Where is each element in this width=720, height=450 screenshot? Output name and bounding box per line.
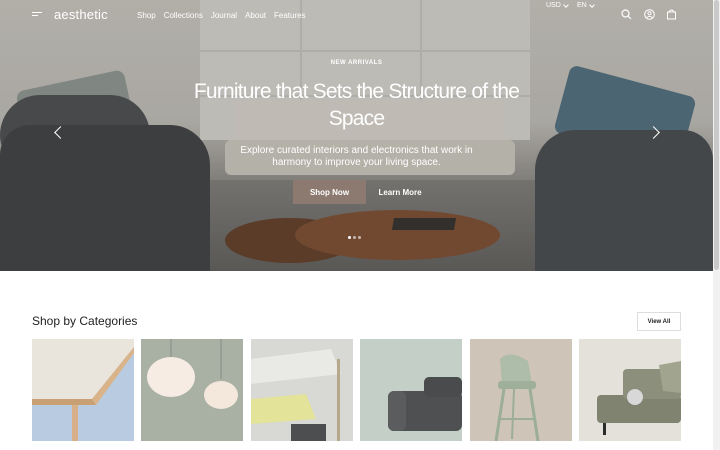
sofa-image — [360, 339, 462, 441]
slider-dot[interactable] — [358, 236, 361, 239]
hero-subtitle: Explore curated interiors and electronic… — [240, 145, 473, 168]
learn-more-button[interactable]: Learn More — [370, 180, 430, 204]
main-menu: Shop Collections Journal About Features — [137, 11, 306, 20]
category-card-storage[interactable] — [251, 339, 353, 441]
page-scrollbar[interactable] — [713, 0, 720, 450]
search-icon[interactable] — [621, 9, 632, 20]
logo[interactable]: aesthetic — [54, 7, 108, 22]
slider-dots — [348, 236, 361, 239]
language-label: EN — [577, 2, 587, 9]
currency-select[interactable]: USD — [546, 1, 569, 9]
category-card-sofas[interactable] — [360, 339, 462, 441]
menu-item-collections[interactable]: Collections — [164, 11, 203, 20]
menu-item-journal[interactable]: Journal — [211, 11, 237, 20]
top-nav: aesthetic Shop Collections Journal About… — [0, 0, 713, 30]
menu-item-features[interactable]: Features — [274, 11, 306, 20]
category-card-lighting[interactable] — [141, 339, 243, 441]
language-select[interactable]: EN — [577, 1, 595, 9]
categories-title: Shop by Categories — [32, 314, 138, 328]
bag-icon[interactable] — [666, 9, 677, 20]
account-icon[interactable] — [644, 9, 655, 20]
view-all-button[interactable]: View All — [637, 312, 681, 331]
chevron-down-icon — [562, 1, 569, 8]
table-image — [32, 339, 134, 441]
category-card-beds[interactable] — [579, 339, 681, 441]
slider-dot[interactable] — [348, 236, 351, 239]
menu-item-about[interactable]: About — [245, 11, 266, 20]
slider-dot[interactable] — [353, 236, 356, 239]
hero-eyebrow: NEW ARRIVALS — [330, 60, 383, 66]
chevron-down-icon — [588, 1, 595, 8]
currency-label: USD — [546, 2, 561, 9]
menu-item-shop[interactable]: Shop — [137, 11, 156, 20]
category-cards — [32, 339, 681, 441]
lamp-image — [141, 339, 243, 441]
shop-now-button[interactable]: Shop Now — [293, 180, 366, 204]
hero-banner: aesthetic Shop Collections Journal About… — [0, 0, 713, 271]
hero-title: Furniture that Sets the Structure of the… — [193, 80, 520, 130]
category-card-table[interactable] — [32, 339, 134, 441]
daybed-image — [579, 339, 681, 441]
stool-image — [470, 339, 572, 441]
shelf-image — [251, 339, 353, 441]
category-card-chairs[interactable] — [470, 339, 572, 441]
hamburger-icon[interactable] — [32, 12, 42, 18]
